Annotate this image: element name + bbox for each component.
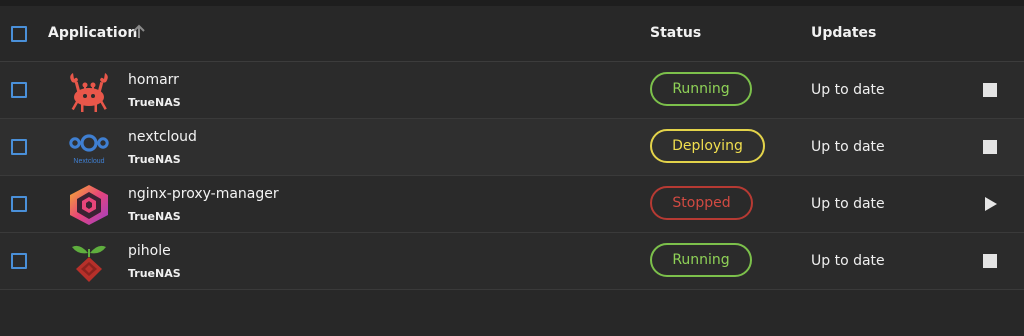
updates-status: Up to date bbox=[811, 139, 885, 155]
row-checkbox[interactable] bbox=[11, 139, 27, 155]
status-badge: Deploying bbox=[650, 129, 765, 163]
updates-status: Up to date bbox=[811, 82, 885, 98]
status-badge: Running bbox=[650, 243, 752, 277]
nextcloud-icon: Nextcloud bbox=[69, 134, 109, 165]
row-checkbox[interactable] bbox=[11, 196, 27, 212]
row-checkbox[interactable] bbox=[11, 82, 27, 98]
play-icon[interactable] bbox=[982, 196, 998, 212]
app-train: TrueNAS bbox=[128, 153, 181, 166]
status-badge: Stopped bbox=[650, 186, 753, 220]
status-badge: Running bbox=[650, 72, 752, 106]
applications-table: Application Status Updates homarr TrueNA… bbox=[0, 6, 1024, 290]
updates-status: Up to date bbox=[811, 253, 885, 269]
row-checkbox[interactable] bbox=[11, 253, 27, 269]
updates-status: Up to date bbox=[811, 196, 885, 212]
homarr-crab-icon bbox=[70, 73, 108, 112]
app-name[interactable]: nextcloud bbox=[128, 129, 197, 145]
column-header-application[interactable]: Application bbox=[48, 25, 137, 41]
nginx-proxy-manager-icon bbox=[70, 185, 108, 225]
app-train: TrueNAS bbox=[128, 210, 181, 223]
table-row[interactable]: Nextcloud nextcloud TrueNAS Deploying Up… bbox=[0, 119, 1024, 176]
pihole-icon bbox=[72, 245, 106, 282]
app-name[interactable]: pihole bbox=[128, 243, 171, 259]
table-row[interactable]: homarr TrueNAS Running Up to date bbox=[0, 62, 1024, 119]
select-all-checkbox[interactable] bbox=[11, 26, 27, 42]
table-row[interactable]: nginx-proxy-manager TrueNAS Stopped Up t… bbox=[0, 176, 1024, 233]
table-header: Application Status Updates bbox=[0, 6, 1024, 62]
app-name[interactable]: nginx-proxy-manager bbox=[128, 186, 279, 202]
stop-icon[interactable] bbox=[983, 254, 997, 268]
table-row[interactable]: pihole TrueNAS Running Up to date bbox=[0, 233, 1024, 290]
stop-icon[interactable] bbox=[983, 83, 997, 97]
app-train: TrueNAS bbox=[128, 96, 181, 109]
nextcloud-logo-text: Nextcloud bbox=[73, 158, 104, 165]
sort-ascending-icon[interactable] bbox=[132, 24, 146, 40]
column-header-updates: Updates bbox=[811, 25, 877, 41]
app-train: TrueNAS bbox=[128, 267, 181, 280]
app-name[interactable]: homarr bbox=[128, 72, 179, 88]
column-header-status: Status bbox=[650, 25, 702, 41]
stop-icon[interactable] bbox=[983, 140, 997, 154]
